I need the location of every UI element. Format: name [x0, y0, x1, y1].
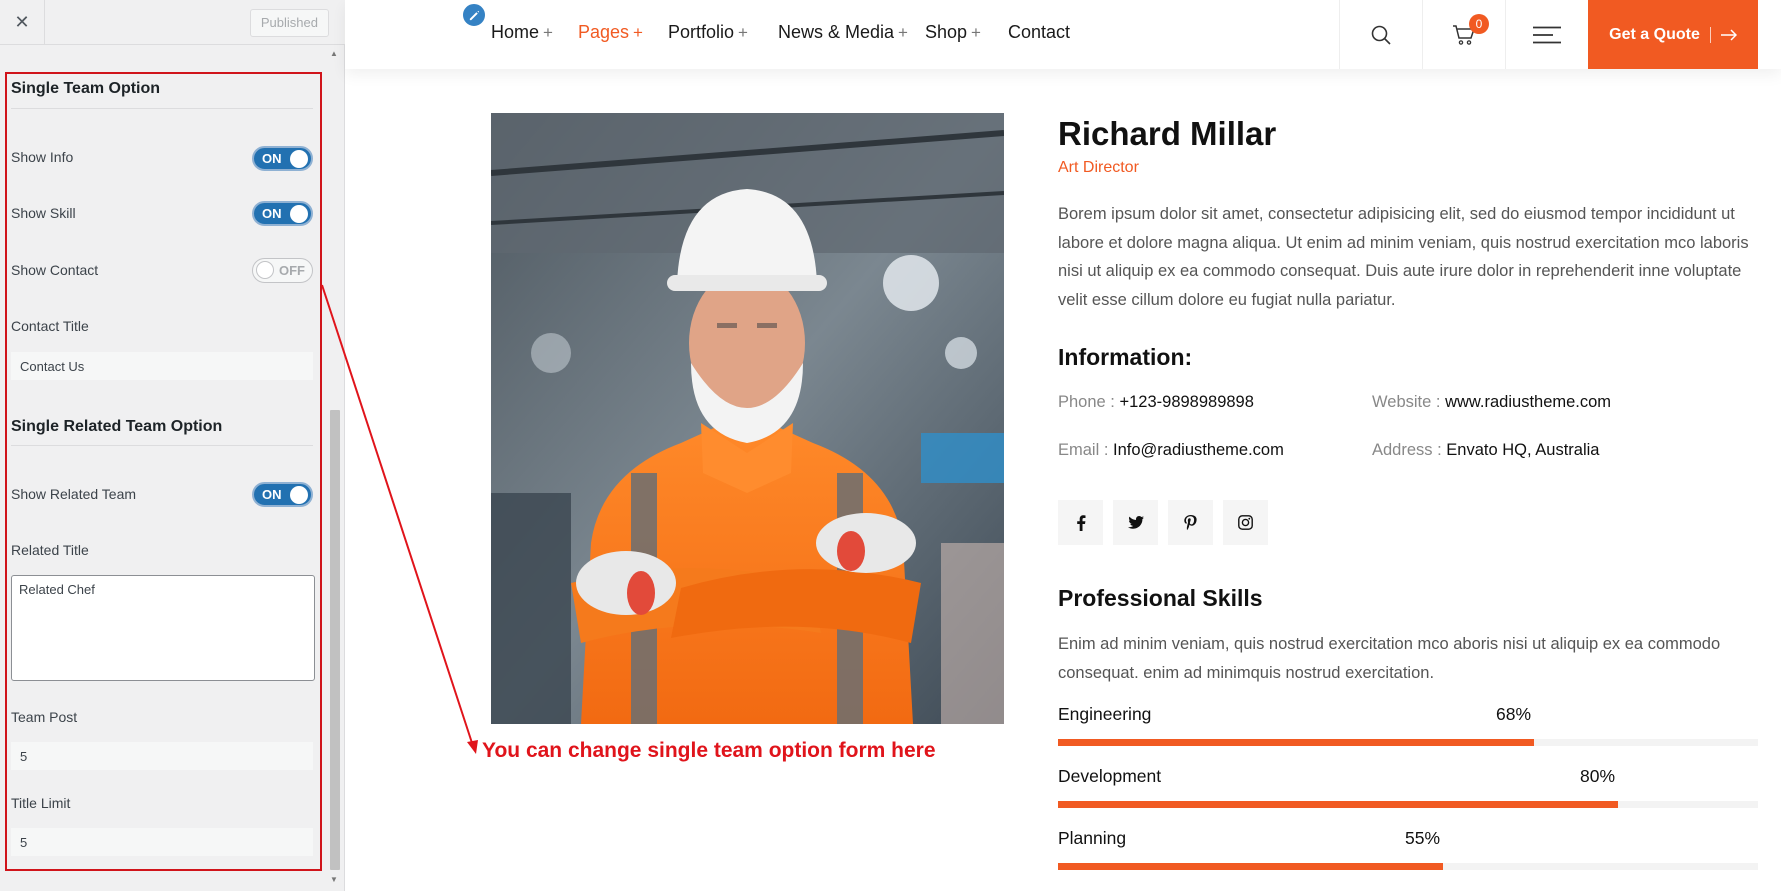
- member-name: Richard Millar: [1058, 115, 1277, 152]
- nav-contact[interactable]: Contact: [1008, 22, 1070, 43]
- pinterest-icon: [1184, 514, 1197, 530]
- cart-button[interactable]: 0: [1422, 0, 1505, 69]
- skill-name: Engineering: [1058, 704, 1152, 724]
- member-bio: Borem ipsum dolor sit amet, consectetur …: [1058, 205, 1749, 309]
- cart-count-badge: 0: [1469, 14, 1489, 34]
- nav-news-media[interactable]: News & Media +: [778, 22, 908, 43]
- skill-percent: 80%: [1580, 766, 1616, 786]
- facebook-icon: [1076, 514, 1085, 531]
- facebook-button[interactable]: [1058, 500, 1103, 545]
- professional-skills-heading: Professional Skills: [1058, 585, 1263, 611]
- edit-pencil-icon[interactable]: [461, 2, 487, 28]
- scrollbar-thumb[interactable]: [330, 410, 340, 870]
- hamburger-menu-icon: [1533, 26, 1561, 43]
- arrow-right-icon: [1720, 28, 1737, 41]
- skill-progress-bar: [1058, 801, 1758, 808]
- annotation-text: You can change single team option form h…: [482, 739, 936, 762]
- nav-home[interactable]: Home +: [491, 22, 553, 43]
- scroll-up-icon[interactable]: ▲: [330, 49, 338, 58]
- instagram-button[interactable]: [1223, 500, 1268, 545]
- skill-progress-fill: [1058, 863, 1443, 870]
- scroll-down-icon[interactable]: ▼: [330, 875, 338, 884]
- website-info: Website : www.radiustheme.com: [1372, 393, 1612, 411]
- published-button[interactable]: Published: [249, 9, 329, 37]
- skills-intro: Enim ad minim veniam, quis nostrud exerc…: [1058, 635, 1721, 682]
- email-info: Email : Info@radiustheme.com: [1058, 441, 1284, 459]
- search-icon: [1371, 25, 1391, 45]
- address-info: Address : Envato HQ, Australia: [1372, 441, 1600, 459]
- nav-portfolio[interactable]: Portfolio +: [668, 22, 748, 43]
- information-heading: Information:: [1058, 344, 1193, 370]
- pinterest-button[interactable]: [1168, 500, 1213, 545]
- get-a-quote-button[interactable]: Get a Quote: [1588, 0, 1758, 69]
- nav-pages[interactable]: Pages +: [578, 22, 643, 43]
- skill-percent: 55%: [1405, 828, 1441, 848]
- skill-percent: 68%: [1496, 704, 1532, 724]
- close-icon[interactable]: ✕: [0, 0, 45, 45]
- skill-progress-bar: [1058, 863, 1758, 870]
- skill-name: Development: [1058, 766, 1162, 786]
- twitter-button[interactable]: [1113, 500, 1158, 545]
- nav-shop[interactable]: Shop +: [925, 22, 981, 43]
- annotation-highlight-box: [5, 72, 322, 871]
- sidebar-scrollbar[interactable]: ▲ ▼: [327, 45, 343, 891]
- skill-progress-fill: [1058, 801, 1618, 808]
- instagram-icon: [1238, 515, 1253, 530]
- skill-progress-fill: [1058, 739, 1534, 746]
- customizer-sidebar: ✕ Published ▲ ▼ Single Team Option Show …: [0, 0, 345, 891]
- customizer-topbar: ✕ Published: [0, 0, 345, 45]
- skill-name: Planning: [1058, 828, 1127, 848]
- skill-progress-bar: [1058, 739, 1758, 746]
- twitter-icon: [1127, 516, 1144, 529]
- member-role: Art Director: [1058, 159, 1139, 176]
- search-button[interactable]: [1339, 0, 1422, 69]
- phone-info: Phone : +123-9898989898: [1058, 393, 1254, 411]
- menu-button[interactable]: [1505, 0, 1588, 69]
- team-member-photo: [491, 113, 1004, 724]
